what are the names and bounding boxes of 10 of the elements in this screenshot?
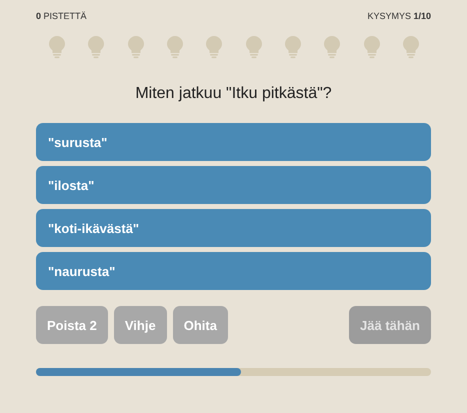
score-text: 0 PISTETTÄ: [36, 11, 87, 21]
lifeline-button[interactable]: Vihje: [114, 306, 167, 344]
answer-button[interactable]: "naurusta": [36, 252, 431, 290]
question-counter: KYSYMYS 1/10: [367, 11, 431, 21]
answer-button[interactable]: "surusta": [36, 123, 431, 161]
lifeline-button[interactable]: Ohita: [172, 306, 228, 344]
answer-button[interactable]: "ilosta": [36, 166, 431, 204]
answer-button[interactable]: "koti-ikävästä": [36, 209, 431, 247]
question-text: Miten jatkuu "Itku pitkästä"?: [134, 84, 333, 104]
lifeline-button[interactable]: Poista 2: [36, 306, 108, 344]
